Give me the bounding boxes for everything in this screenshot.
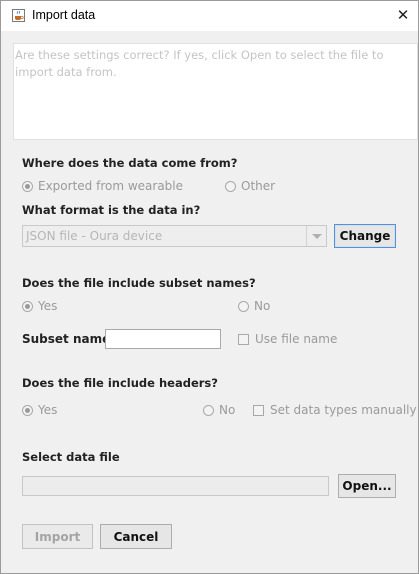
set-data-types-checkbox[interactable]: Set data types manually: [253, 403, 417, 417]
radio-headers-no[interactable]: No: [203, 403, 235, 417]
radio-indicator: [22, 180, 33, 192]
radio-subset-yes[interactable]: Yes: [22, 299, 57, 313]
radio-exported-from-wearable[interactable]: Exported from wearable: [22, 179, 183, 193]
file-section-title: Select data file: [22, 450, 120, 464]
subset-section-title: Does the file include subset names?: [22, 276, 256, 290]
radio-subset-no[interactable]: No: [238, 299, 270, 313]
message-text: Are these settings correct? If yes, clic…: [15, 48, 384, 79]
close-icon[interactable]: ✕: [394, 6, 412, 24]
radio-label: Yes: [38, 299, 58, 313]
cancel-button[interactable]: Cancel: [100, 524, 172, 549]
radio-label: Yes: [38, 403, 58, 417]
radio-indicator: [22, 404, 33, 416]
java-cup-icon: [12, 9, 25, 22]
open-button[interactable]: Open...: [338, 474, 396, 498]
radio-label: No: [254, 299, 271, 313]
radio-indicator: [22, 300, 33, 312]
radio-label: No: [219, 403, 236, 417]
subset-name-label: Subset name: [22, 332, 111, 346]
import-button[interactable]: Import: [22, 524, 93, 549]
format-select[interactable]: JSON file - Oura device: [22, 225, 327, 247]
checkbox-indicator: [253, 404, 264, 416]
import-data-dialog: Import data ✕ Are these settings correct…: [0, 0, 419, 574]
radio-indicator: [225, 180, 236, 192]
chevron-down-icon[interactable]: [306, 226, 326, 246]
format-section-title: What format is the data in?: [22, 203, 201, 217]
checkbox-indicator: [238, 333, 249, 345]
headers-section-title: Does the file include headers?: [22, 376, 218, 390]
subset-name-input[interactable]: [105, 329, 221, 349]
title-bar[interactable]: Import data ✕: [1, 1, 418, 31]
use-file-name-checkbox[interactable]: Use file name: [238, 332, 337, 346]
radio-indicator: [203, 404, 214, 416]
file-path-field: [22, 476, 329, 496]
checkbox-label: Set data types manually: [270, 403, 417, 417]
message-area: Are these settings correct? If yes, clic…: [13, 43, 418, 140]
format-select-value: JSON file - Oura device: [26, 229, 163, 243]
radio-indicator: [238, 300, 249, 312]
checkbox-label: Use file name: [255, 332, 338, 346]
radio-headers-yes[interactable]: Yes: [22, 403, 57, 417]
radio-label: Other: [241, 179, 276, 193]
window-title: Import data: [32, 8, 96, 22]
radio-other[interactable]: Other: [225, 179, 275, 193]
source-section-title: Where does the data come from?: [22, 156, 238, 170]
radio-label: Exported from wearable: [38, 179, 184, 193]
change-button[interactable]: Change: [334, 224, 396, 248]
